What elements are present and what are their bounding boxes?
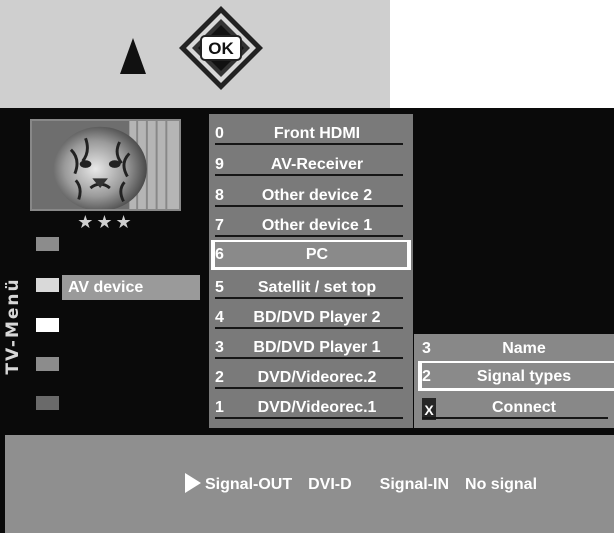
- item-divider: [215, 174, 403, 176]
- submenu-item-connect[interactable]: X Connect: [418, 394, 614, 420]
- ok-label: OK: [208, 39, 234, 58]
- submenu-item-signal-types-selected[interactable]: 2 Signal types: [418, 361, 614, 391]
- submenu-item-number: 2: [422, 368, 431, 385]
- submenu-item-label: Signal types: [476, 368, 572, 385]
- submenu-item-label: Name: [502, 340, 546, 357]
- up-arrow-icon: [120, 38, 146, 74]
- side-menu-block-2[interactable]: [36, 278, 59, 292]
- submenu-item-name[interactable]: 3 Name: [418, 335, 614, 361]
- signal-out-value: DVI-D: [308, 476, 352, 493]
- ok-button-icon[interactable]: OK: [178, 5, 264, 91]
- device-item-other-device-2[interactable]: 8 Other device 2: [211, 182, 411, 208]
- rating-stars: ★★★: [77, 212, 135, 233]
- device-item-other-device-1[interactable]: 7 Other device 1: [211, 212, 411, 238]
- item-divider: [215, 143, 403, 145]
- device-item-number: 6: [215, 246, 224, 263]
- item-divider: [215, 417, 403, 419]
- signal-status-row: Signal-OUT DVI-D Signal-IN No signal: [185, 473, 537, 497]
- device-item-bd-dvd-player-1[interactable]: 3 BD/DVD Player 1: [211, 334, 411, 360]
- item-divider: [215, 387, 403, 389]
- item-divider: [215, 205, 403, 207]
- side-menu-block-3[interactable]: [36, 318, 59, 332]
- device-item-label: PC: [305, 246, 329, 263]
- device-item-pc-selected[interactable]: 6 PC: [211, 240, 411, 270]
- side-menu-block-1[interactable]: [36, 237, 59, 251]
- device-item-bd-dvd-player-2[interactable]: 4 BD/DVD Player 2: [211, 304, 411, 330]
- item-divider: [422, 417, 608, 419]
- menu-title-vertical: TV-Menü: [0, 244, 26, 409]
- device-item-dvd-videorec-1[interactable]: 1 DVD/Videorec.1: [211, 394, 411, 420]
- item-divider: [215, 357, 403, 359]
- signal-in-label: Signal-IN: [379, 476, 450, 493]
- device-item-av-receiver[interactable]: 9 AV-Receiver: [211, 151, 411, 177]
- tiger-preview-image: [30, 119, 181, 211]
- item-divider: [215, 297, 403, 299]
- signal-in-value: No signal: [465, 476, 538, 493]
- device-item-dvd-videorec-2[interactable]: 2 DVD/Videorec.2: [211, 364, 411, 390]
- item-divider: [215, 327, 403, 329]
- item-divider: [215, 235, 403, 237]
- signal-out-label: Signal-OUT: [205, 476, 293, 493]
- side-menu-active-item[interactable]: AV device: [62, 275, 200, 300]
- device-item-satellit-set-top[interactable]: 5 Satellit / set top: [211, 274, 411, 300]
- submenu-item-number: 3: [422, 340, 431, 357]
- device-item-front-hdmi[interactable]: 0 Front HDMI: [211, 120, 411, 146]
- side-menu-block-5[interactable]: [36, 396, 59, 410]
- menu-title-text: TV-Menü: [3, 277, 23, 375]
- play-triangle-icon: [185, 473, 201, 493]
- side-menu-block-4[interactable]: [36, 357, 59, 371]
